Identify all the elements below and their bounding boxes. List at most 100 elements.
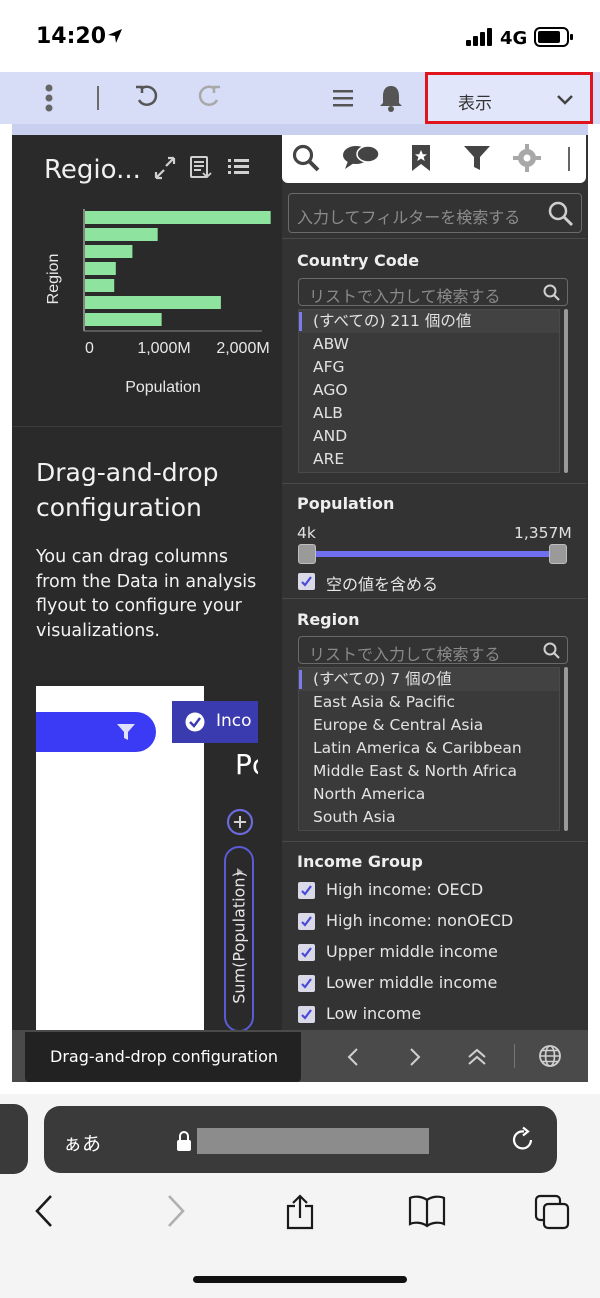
income-checkbox-label: High income: OECD — [326, 880, 484, 899]
country-code-scrollbar[interactable] — [564, 309, 568, 473]
chart-bar[interactable] — [85, 228, 158, 241]
status-time: 14:20 — [36, 24, 107, 49]
comments-icon[interactable] — [342, 143, 380, 177]
chart-bar[interactable] — [85, 279, 115, 292]
next-icon[interactable] — [408, 1047, 422, 1071]
previous-icon[interactable] — [346, 1047, 360, 1071]
plus-circle-icon — [226, 808, 254, 840]
list-item[interactable]: (すべての) 7 個の値 — [299, 668, 559, 691]
x-tick-label: 1,000M — [137, 340, 190, 357]
undo-icon[interactable] — [134, 84, 160, 114]
chart-bar[interactable] — [85, 313, 162, 326]
country-code-search-placeholder: リストで入力して検索する — [309, 287, 501, 306]
search-icon[interactable] — [291, 143, 321, 177]
previous-tab-preview[interactable] — [0, 1104, 28, 1174]
x-tick-label: 2,000M — [216, 340, 269, 357]
collapse-up-icon[interactable] — [467, 1047, 487, 1071]
list-item[interactable]: Latin America & Caribbean — [299, 737, 559, 760]
search-icon — [547, 200, 575, 232]
bookmarks-icon[interactable] — [408, 1194, 446, 1232]
notification-bell-icon[interactable] — [378, 84, 404, 116]
filter-icon[interactable] — [463, 143, 491, 177]
home-indicator — [193, 1276, 407, 1283]
region-search-input[interactable]: リストで入力して検索する — [298, 636, 568, 664]
menu-list-icon[interactable] — [332, 88, 354, 112]
list-item[interactable]: AFG — [299, 356, 559, 379]
search-icon — [543, 284, 561, 306]
illustration-income-chip: Inco — [172, 701, 258, 743]
illustration-income-label: Inco — [216, 711, 252, 731]
forward-icon[interactable] — [166, 1194, 186, 1232]
region-list[interactable]: (すべての) 7 個の値 East Asia & Pacific Europe … — [298, 667, 560, 831]
x-tick-label: 0 — [85, 340, 94, 357]
country-code-search-input[interactable]: リストで入力して検索する — [298, 278, 568, 306]
population-range-max-handle[interactable] — [549, 544, 567, 564]
more-menu-icon[interactable] — [38, 84, 60, 116]
filter-panel-toolbar — [282, 135, 586, 183]
list-item[interactable]: AGO — [299, 379, 559, 402]
checkbox[interactable] — [298, 1006, 315, 1023]
bar-chart-panel[interactable]: Regio... Region 0 1,000M 2,000M Population — [12, 135, 282, 427]
x-axis-label: Population — [125, 379, 201, 396]
country-code-list[interactable]: (すべての) 211 個の値 ABW AFG AGO ALB AND ARE — [298, 309, 560, 473]
checkbox[interactable] — [298, 882, 315, 899]
checkbox[interactable] — [298, 913, 315, 930]
tip-illustration: Inco Pc Sum(Population) — [36, 686, 258, 1032]
list-item[interactable]: North America — [299, 783, 559, 806]
toolbar-divider — [514, 1044, 515, 1068]
include-empty-label: 空の値を含める — [326, 575, 439, 594]
income-checkbox-label: Lower middle income — [326, 973, 498, 992]
chart-bar[interactable] — [85, 262, 116, 275]
list-item[interactable]: (すべての) 211 個の値 — [299, 310, 559, 333]
list-item[interactable]: Europe & Central Asia — [299, 714, 559, 737]
population-max-label: 1,357M — [514, 524, 572, 542]
list-item[interactable]: South Asia — [299, 806, 559, 829]
back-icon[interactable] — [34, 1194, 54, 1232]
region-scrollbar[interactable] — [564, 667, 568, 831]
filter-search-input[interactable]: 入力してフィルターを検索する — [288, 193, 582, 233]
gear-icon[interactable] — [512, 143, 542, 177]
section-divider — [282, 598, 586, 599]
tip-body: You can drag columns from the Data in an… — [36, 547, 257, 641]
list-item[interactable]: Middle East & North Africa — [299, 760, 559, 783]
share-icon[interactable] — [285, 1194, 315, 1234]
check-circle-icon — [185, 712, 205, 736]
population-range-min-handle[interactable] — [298, 544, 316, 564]
checkbox[interactable] — [298, 573, 315, 590]
toolbar-divider — [568, 147, 570, 171]
chart-tools — [153, 153, 263, 185]
list-item[interactable]: ARE — [299, 448, 559, 471]
chart-bar[interactable] — [85, 296, 221, 309]
view-select[interactable]: 表示 — [425, 72, 593, 124]
url-redacted[interactable] — [197, 1128, 429, 1154]
list-item[interactable]: ALB — [299, 402, 559, 425]
illustration-sum-label: Sum(Population) — [229, 871, 249, 1004]
redo-icon[interactable] — [196, 84, 222, 114]
chart-bar[interactable] — [85, 211, 271, 224]
income-group-title: Income Group — [297, 852, 423, 871]
tabs-icon[interactable] — [534, 1194, 572, 1234]
bar-chart: Region 0 1,000M 2,000M Population — [45, 209, 271, 396]
toolbar-divider — [97, 86, 99, 110]
chart-bar[interactable] — [85, 245, 133, 258]
y-axis-label: Region — [45, 254, 62, 305]
list-icon — [228, 159, 249, 174]
section-divider — [282, 483, 586, 484]
checkbox[interactable] — [298, 944, 315, 961]
cellular-signal-icon — [466, 28, 494, 50]
list-item[interactable]: AND — [299, 425, 559, 448]
illustration-p-label: Pc — [235, 748, 258, 781]
tip-title: Drag-and-drop configuration — [36, 458, 219, 522]
globe-icon[interactable] — [538, 1044, 562, 1072]
list-item[interactable]: ABW — [299, 333, 559, 356]
list-item[interactable]: East Asia & Pacific — [299, 691, 559, 714]
bookmark-icon[interactable] — [410, 143, 432, 177]
population-range-track[interactable] — [307, 551, 559, 557]
reload-icon[interactable] — [510, 1126, 536, 1158]
filter-icon — [116, 722, 136, 746]
network-type: 4G — [500, 28, 528, 49]
page-format-button[interactable]: ぁあ — [63, 1129, 101, 1156]
population-title: Population — [297, 494, 395, 513]
country-code-title: Country Code — [297, 251, 420, 270]
checkbox[interactable] — [298, 975, 315, 992]
